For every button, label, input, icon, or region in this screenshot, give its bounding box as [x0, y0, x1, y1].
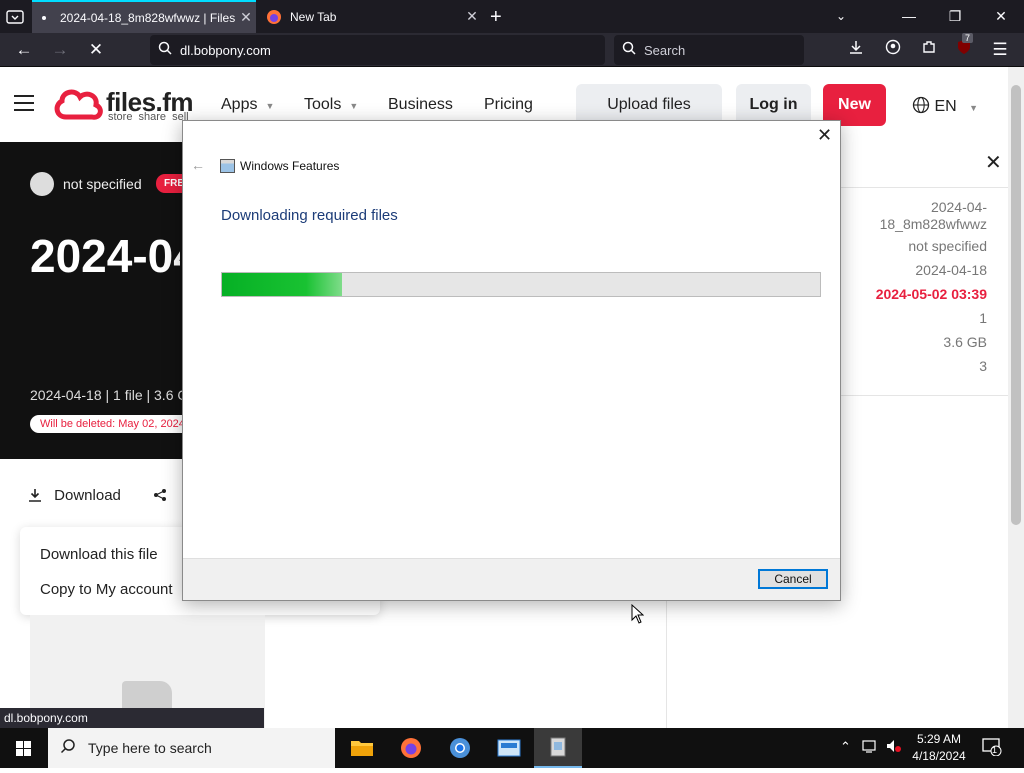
control-panel-icon[interactable]	[485, 728, 533, 768]
file-meta: 2024-04-18 | 1 file | 3.6 GB	[30, 387, 198, 403]
menu-label: Tools	[304, 96, 342, 113]
owner-avatar	[30, 172, 54, 196]
detail-upload-date: 2024-04-18	[915, 262, 987, 278]
extensions-icon[interactable]	[915, 36, 943, 64]
windows-features-task-icon[interactable]	[534, 728, 582, 768]
globe-icon	[912, 96, 934, 115]
menu-business[interactable]: Business	[388, 96, 453, 114]
scrollbar-thumb[interactable]	[1011, 85, 1021, 525]
detail-name-line1: 2024-04-	[930, 199, 987, 215]
tab-list-icon[interactable]	[6, 8, 24, 29]
mouse-cursor-icon	[631, 603, 645, 629]
app-menu-icon[interactable]: ☰	[986, 36, 1014, 64]
dialog-back-arrow-icon[interactable]: ←	[191, 157, 205, 173]
panel-close-icon[interactable]: ✕	[985, 150, 1002, 175]
search-icon	[150, 41, 180, 59]
system-clock[interactable]: 5:29 AM 4/18/2024	[908, 731, 970, 765]
chrome-icon[interactable]	[436, 728, 484, 768]
taskbar-search-placeholder: Type here to search	[88, 740, 212, 756]
forward-arrow-icon[interactable]: →	[46, 36, 74, 64]
download-progress-bar	[221, 272, 821, 297]
download-label: Download	[54, 487, 121, 504]
caret-down-icon: ▼	[969, 103, 979, 113]
detail-expiry: 2024-05-02 03:39	[875, 286, 987, 302]
share-icon[interactable]	[153, 487, 167, 504]
dialog-footer	[183, 558, 840, 600]
logo-tagline: store share sell	[108, 111, 189, 123]
window-close-icon[interactable]: ✕	[978, 0, 1024, 33]
progress-fill	[222, 273, 342, 296]
hamburger-menu-icon[interactable]	[14, 95, 34, 111]
files-fm-logo-icon[interactable]	[52, 87, 104, 128]
account-icon[interactable]	[879, 36, 907, 64]
start-button[interactable]	[0, 728, 48, 768]
detail-file-count: 1	[979, 310, 987, 326]
menu-apps[interactable]: Apps ▼	[221, 96, 274, 114]
language-code: EN	[934, 98, 957, 115]
browser-search-box[interactable]: Search	[614, 35, 804, 65]
notification-count: 1	[992, 745, 998, 755]
detail-name-line2: 18_8m828wfwwz	[879, 216, 987, 232]
taskbar-search-box[interactable]: Type here to search	[48, 728, 335, 768]
clock-date: 4/18/2024	[912, 749, 966, 763]
downloads-icon[interactable]	[842, 36, 870, 64]
tab-close-icon[interactable]: ✕	[236, 9, 256, 26]
search-icon	[614, 41, 644, 59]
detail-size: 3.6 GB	[943, 334, 987, 350]
menu-item-download-file[interactable]: Download this file	[40, 546, 158, 563]
status-url-bar: dl.bobpony.com	[0, 708, 264, 728]
download-icon	[28, 487, 54, 504]
tab-files-fm[interactable]: 2024-04-18_8m828wfwwz | Files.fm ✕	[32, 0, 256, 33]
language-selector[interactable]: EN ▼	[912, 96, 978, 116]
download-button[interactable]: Download	[28, 487, 167, 504]
address-bar[interactable]: dl.bobpony.com	[150, 35, 605, 65]
firefox-icon	[266, 9, 282, 25]
menu-item-copy-to-account[interactable]: Copy to My account	[40, 581, 173, 598]
network-icon[interactable]	[862, 739, 878, 756]
browser-nav-bar: ← → ✕ dl.bobpony.com Search 7 ☰	[0, 33, 1024, 67]
menu-pricing[interactable]: Pricing	[484, 96, 533, 114]
firefox-icon[interactable]	[387, 728, 435, 768]
browser-tab-bar: 2024-04-18_8m828wfwwz | Files.fm ✕ New T…	[0, 0, 1024, 33]
menu-label: Business	[388, 96, 453, 113]
windows-features-icon	[220, 159, 235, 173]
search-placeholder: Search	[644, 42, 686, 58]
clock-time: 5:29 AM	[916, 732, 962, 746]
detail-owner: not specified	[908, 238, 987, 254]
url-text: dl.bobpony.com	[180, 42, 271, 58]
tab-overflow-chevron-icon[interactable]: ⌄	[818, 0, 864, 33]
tab-close-icon[interactable]: ✕	[462, 8, 482, 25]
windows-features-dialog: ✕ ← Windows Features Downloading require…	[182, 120, 841, 601]
menu-label: Apps	[221, 96, 258, 113]
menu-label: Pricing	[484, 96, 533, 113]
new-tab-plus-icon[interactable]: +	[490, 6, 502, 29]
volume-muted-icon[interactable]	[886, 739, 902, 756]
caret-down-icon: ▼	[349, 101, 359, 111]
dialog-title: Windows Features	[240, 159, 340, 173]
restore-icon[interactable]: ❐	[932, 0, 978, 33]
back-arrow-icon[interactable]: ←	[10, 36, 38, 64]
delete-notice-badge: Will be deleted: May 02, 2024	[30, 415, 195, 433]
menu-tools[interactable]: Tools ▼	[304, 96, 358, 114]
owner-name: not specified	[63, 176, 142, 192]
dialog-close-icon[interactable]: ✕	[817, 125, 832, 146]
search-icon	[48, 738, 88, 759]
detail-downloads: 3	[979, 358, 987, 374]
extension-badge: 7	[962, 33, 974, 43]
tab-loading-dot	[42, 15, 46, 20]
windows-logo-icon	[16, 741, 31, 756]
tray-chevron-up-icon[interactable]: ⌃	[840, 739, 851, 755]
windows-taskbar: Type here to search ⌃ 5:29 AM 4/18/2024 …	[0, 728, 1024, 768]
tab-new-tab[interactable]: New Tab ✕	[258, 0, 482, 33]
stop-icon[interactable]: ✕	[82, 36, 110, 64]
file-explorer-icon[interactable]	[338, 728, 386, 768]
minimize-icon[interactable]: —	[886, 0, 932, 33]
caret-down-icon: ▼	[265, 101, 275, 111]
tab-title: New Tab	[290, 9, 337, 24]
file-title: 2024-04-18_8m828wfwwz	[30, 230, 180, 282]
dialog-heading: Downloading required files	[221, 207, 398, 224]
tab-title: 2024-04-18_8m828wfwwz | Files.fm	[60, 10, 236, 25]
cancel-button[interactable]: Cancel	[758, 569, 828, 589]
